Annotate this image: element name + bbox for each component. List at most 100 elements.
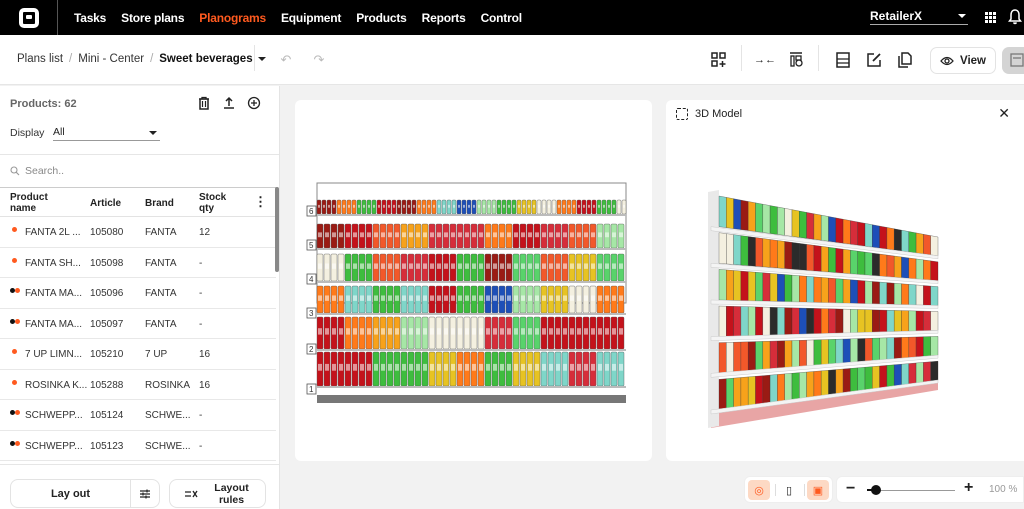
product-3d [850,367,858,393]
layout-rules-button[interactable]: Layout rules [169,479,266,508]
product-label [367,328,371,335]
product-3d [879,225,888,250]
product-label [416,363,420,371]
lay-out-button[interactable]: Lay out [11,480,131,507]
product-label [374,363,378,371]
app-logo[interactable] [0,0,58,35]
product-3d [718,378,727,411]
nav-control[interactable]: Control [481,11,522,25]
zoom-out-button[interactable]: − [846,480,855,498]
product-3d [828,247,836,273]
product-label [514,232,518,238]
zoom-slider-handle[interactable] [870,485,881,495]
product-3d [864,251,873,276]
breadcrumb-current-planogram[interactable]: Sweet beverages [159,53,252,65]
delete-icon[interactable] [197,96,211,110]
product-row[interactable]: FANTA SH... 105098 FANTA - [0,248,276,278]
product-label [348,204,350,208]
products-scrollbar[interactable] [275,187,279,272]
nav-products[interactable]: Products [356,11,407,25]
product-row[interactable]: ROSINKA K... 105288 ROSINKA 16 [0,370,276,400]
retailer-select[interactable]: RetailerX [870,9,968,25]
apps-grid-icon[interactable] [985,12,996,23]
product-label [538,204,540,208]
bell-icon[interactable] [1008,9,1022,25]
nav-planograms[interactable]: Planograms [199,11,266,25]
product-label [423,232,427,238]
column-brand[interactable]: Brand [145,198,174,209]
nav-equipment[interactable]: Equipment [281,11,341,25]
product-row[interactable]: FANTA MA... 105096 FANTA - [0,278,276,309]
product-label [402,363,406,371]
search-input[interactable]: Search.. [10,165,64,177]
product-3d [879,365,888,389]
product-label [318,204,320,208]
product-label [493,232,497,238]
lay-out-options-button[interactable] [131,480,159,507]
product-row[interactable]: 7 UP LIMN... 105210 7 UP 16 [0,339,276,370]
copy-icon[interactable] [896,51,914,69]
chevron-down-icon[interactable] [257,57,266,61]
undo-icon[interactable]: ↶ [277,51,295,69]
zoom-level: 100 % [989,484,1018,495]
product-label [353,263,357,269]
compress-icon[interactable]: →← [754,51,776,69]
fixture-icon[interactable] [834,51,852,69]
redo-icon[interactable]: ↷ [310,51,328,69]
product-3d [806,244,815,272]
product-label [619,295,623,301]
layout-rules-label: Layout rules [214,481,249,506]
product-3d [821,277,829,303]
product-label [542,263,546,269]
view-button[interactable]: View [930,47,996,74]
product-label [486,295,490,301]
product-label [323,204,325,208]
chevron-down-icon [149,131,157,135]
product-label [486,328,490,335]
add-grid-icon[interactable] [710,51,728,69]
shelf-settings-icon[interactable] [787,51,805,69]
retailer-value: RetailerX [870,9,923,23]
product-row[interactable]: SCHWEPP... 105124 SCHWE... - [0,400,276,431]
column-article[interactable]: Article [90,198,121,209]
more-vertical-icon[interactable]: ⋮ [254,195,267,208]
nav-reports[interactable]: Reports [422,11,466,25]
column-stock-qty[interactable]: Stock qty [199,192,229,214]
product-label [332,328,336,335]
nav-tasks[interactable]: Tasks [74,11,106,25]
product-label [514,328,518,335]
column-product-name[interactable]: Product name [10,192,60,214]
add-circle-icon[interactable] [247,96,261,110]
image-view-button[interactable]: ▣ [807,480,829,500]
product-label [339,295,343,301]
model-3d-viewport[interactable] [666,100,1024,461]
zoom-in-button[interactable]: + [964,479,973,497]
product-label [416,263,420,269]
product-row[interactable]: SCHWEPP... 105123 SCHWE... - [0,431,276,461]
planogram-2d-view[interactable]: 6 5 4 3 2 1 [295,100,652,461]
product-3d [872,309,880,333]
product-3d [842,338,851,364]
product-label [325,328,329,335]
product-row[interactable]: FANTA MA... 105097 FANTA - [0,309,276,339]
display-select[interactable]: All [53,126,160,141]
breadcrumb-plans-list[interactable]: Plans list [17,53,63,65]
edit-icon[interactable] [865,51,883,69]
upload-icon[interactable] [222,96,236,110]
breadcrumb-mini-center[interactable]: Mini - Center [78,53,144,65]
product-3d [886,282,895,305]
product-3d [777,273,785,302]
product-label [549,328,553,335]
product-3d [842,368,851,394]
nav-store-plans[interactable]: Store plans [121,11,184,25]
product-3d [769,205,778,235]
product-label [556,263,560,269]
save-button[interactable] [1002,47,1024,74]
product-label [521,232,525,238]
product-stock: - [199,257,203,269]
product-row[interactable]: FANTA 2L ... 105080 FANTA 12 [0,217,276,248]
close-icon[interactable]: ✕ [998,105,1010,122]
product-label [483,204,485,208]
3d-view-button[interactable]: ◎ [748,480,770,500]
fixture-view-button[interactable]: ▯ [778,480,800,500]
